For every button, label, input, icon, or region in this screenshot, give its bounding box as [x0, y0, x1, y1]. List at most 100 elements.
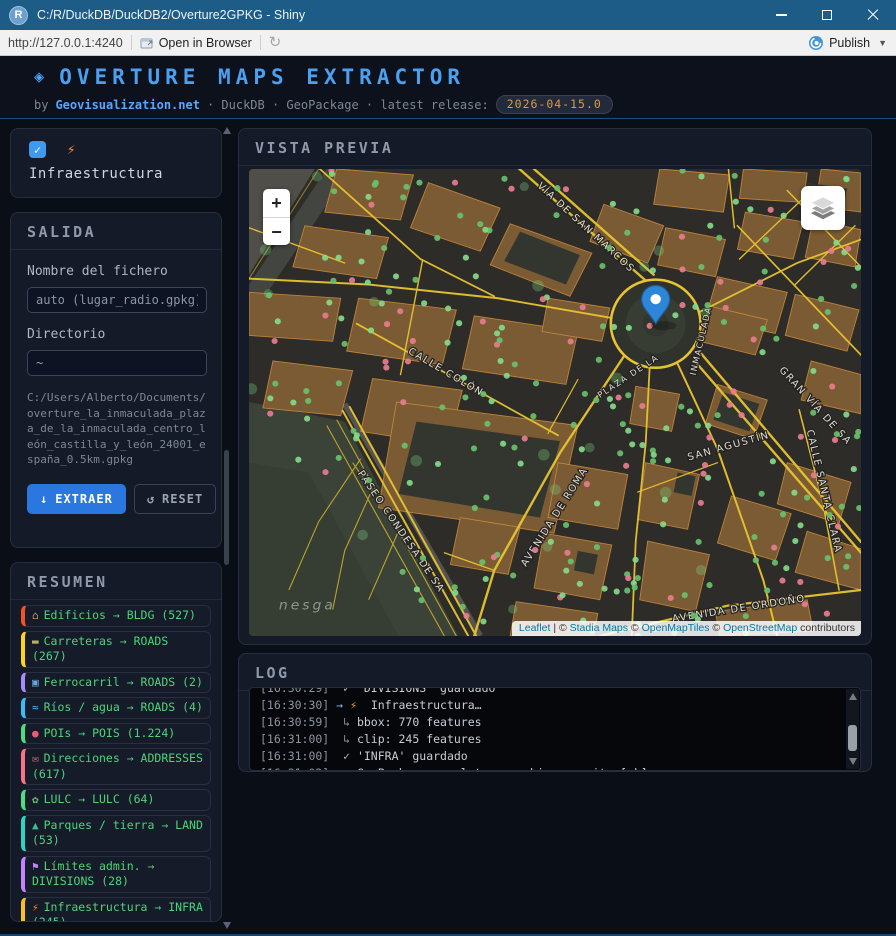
poi-dot	[326, 300, 332, 306]
poi-dot	[365, 229, 371, 235]
poi-dot	[779, 578, 785, 584]
summary-badge: ⌂ Edificios → BLDG (527)	[21, 605, 211, 627]
poi-dot	[705, 475, 711, 481]
poi-dot	[410, 338, 416, 344]
sidebar-scroll-up-icon[interactable]	[223, 127, 231, 134]
leaflet-map[interactable]: VÍA DE SAN MARCOSGRAN VÍA DE SACALLE COL…	[249, 169, 861, 636]
poi-dot	[813, 323, 819, 329]
poi-dot	[532, 280, 544, 291]
attribution-text: | ©	[550, 622, 569, 634]
poi-dot	[829, 384, 835, 390]
filename-input[interactable]	[27, 287, 207, 313]
poi-dot	[461, 375, 467, 381]
poi-dot	[698, 264, 704, 270]
poi-dot	[585, 443, 595, 453]
summary-badge-text: Carreteras → ROADS (267)	[32, 634, 168, 664]
salida-card: SALIDA Nombre del fichero Directorio C:/…	[10, 212, 222, 548]
geovisualization-link[interactable]: Geovisualization.net	[55, 98, 200, 112]
poi-dot	[533, 380, 539, 386]
poi-dot	[518, 461, 524, 467]
summary-badge-text: Edificios → BLDG (527)	[44, 608, 196, 622]
lightning-icon: ⚡	[32, 901, 39, 914]
poi-dot	[403, 184, 409, 190]
close-button[interactable]	[850, 0, 896, 30]
poi-dot	[579, 446, 585, 452]
poi-dot	[497, 337, 503, 343]
app-header: ◈ OVERTURE MAPS EXTRACTOR by Geovisualiz…	[0, 56, 896, 119]
poi-dot	[611, 373, 623, 384]
refresh-icon[interactable]: ↻	[269, 35, 282, 50]
attribution-text: ©	[710, 622, 724, 634]
log-scrollbar[interactable]	[846, 689, 859, 769]
poi-dot	[843, 564, 849, 570]
poi-dot	[499, 325, 505, 331]
poi-dot	[522, 435, 528, 441]
building-icon: ⌂	[32, 609, 39, 622]
poi-dot	[379, 300, 385, 306]
poi-dot	[791, 490, 797, 496]
poi-dot	[772, 560, 778, 566]
zoom-out-button[interactable]: −	[263, 217, 290, 245]
scroll-up-icon[interactable]	[849, 693, 857, 700]
poi-dot	[660, 521, 666, 527]
publish-caret-icon[interactable]: ▼	[878, 38, 887, 48]
attribution-link[interactable]: OpenStreetMap	[723, 622, 797, 634]
poi-dot	[489, 398, 495, 404]
url-field[interactable]: http://127.0.0.1:4240	[8, 36, 123, 50]
publish-button[interactable]: Publish	[829, 36, 870, 50]
attribution-link[interactable]: OpenMapTiles	[642, 622, 710, 634]
poi-dot	[480, 318, 486, 324]
maximize-button[interactable]	[804, 0, 850, 30]
poi-dot	[792, 538, 798, 544]
poi-dot	[494, 330, 500, 336]
open-in-browser-icon	[140, 37, 154, 49]
summary-badge: ⚑Límites admin. → DIVISIONS (28)	[21, 856, 211, 893]
log-console[interactable]: [16:30:29] ✓ 'DIVISIONS' guardado[16:30:…	[249, 687, 861, 771]
layers-control[interactable]	[801, 186, 845, 230]
poi-dot	[538, 449, 550, 460]
sidebar-scrollbar-thumb[interactable]	[224, 450, 229, 565]
poi-dot	[623, 463, 629, 469]
poi-dot	[596, 357, 602, 363]
poi-dot	[611, 324, 617, 330]
poi-dot	[304, 416, 310, 422]
poi-dot	[833, 240, 839, 246]
download-icon: ↓	[40, 492, 48, 506]
poi-dot	[845, 553, 851, 559]
attribution-text: ©	[628, 622, 642, 634]
output-path: C:/Users/Alberto/Documents/overture_la_i…	[27, 390, 207, 468]
attribution-link[interactable]: Leaflet	[519, 622, 551, 634]
extract-button[interactable]: ↓ EXTRAER	[27, 484, 126, 514]
infraestructura-checkbox[interactable]: ✓	[29, 141, 46, 158]
log-scrollbar-thumb[interactable]	[848, 725, 857, 751]
directory-input[interactable]	[27, 350, 207, 376]
poi-dot	[665, 457, 671, 463]
zoom-in-button[interactable]: +	[263, 189, 290, 217]
open-in-browser-button[interactable]: Open in Browser	[159, 36, 252, 50]
poi-dot	[696, 565, 706, 575]
poi-dot	[484, 421, 490, 427]
reset-button[interactable]: ↺ RESET	[134, 484, 216, 514]
poi-dot	[687, 408, 693, 414]
minimize-button[interactable]	[758, 0, 804, 30]
scroll-down-icon[interactable]	[849, 758, 857, 765]
poi-dot	[626, 325, 632, 331]
attribution-link[interactable]: Stadia Maps	[570, 622, 628, 634]
poi-dot	[700, 471, 706, 477]
poi-dot	[662, 497, 668, 503]
sidebar-scroll-down-icon[interactable]	[223, 922, 231, 929]
rstudio-logo-icon: R	[9, 6, 28, 25]
poi-dot	[650, 267, 656, 273]
poi-dot	[845, 246, 851, 252]
poi-dot	[834, 431, 840, 437]
poi-dot	[491, 554, 497, 560]
poi-dot	[400, 569, 406, 575]
poi-dot	[632, 584, 638, 590]
attribution-text: contributors	[797, 622, 855, 634]
poi-dot	[508, 604, 517, 613]
log-line: [16:30:30] → ⚡ Infraestructura…	[260, 697, 860, 714]
poi-dot	[497, 358, 503, 364]
poi-dot	[599, 263, 605, 269]
poi-dot	[452, 584, 458, 590]
poi-dot	[272, 381, 278, 387]
